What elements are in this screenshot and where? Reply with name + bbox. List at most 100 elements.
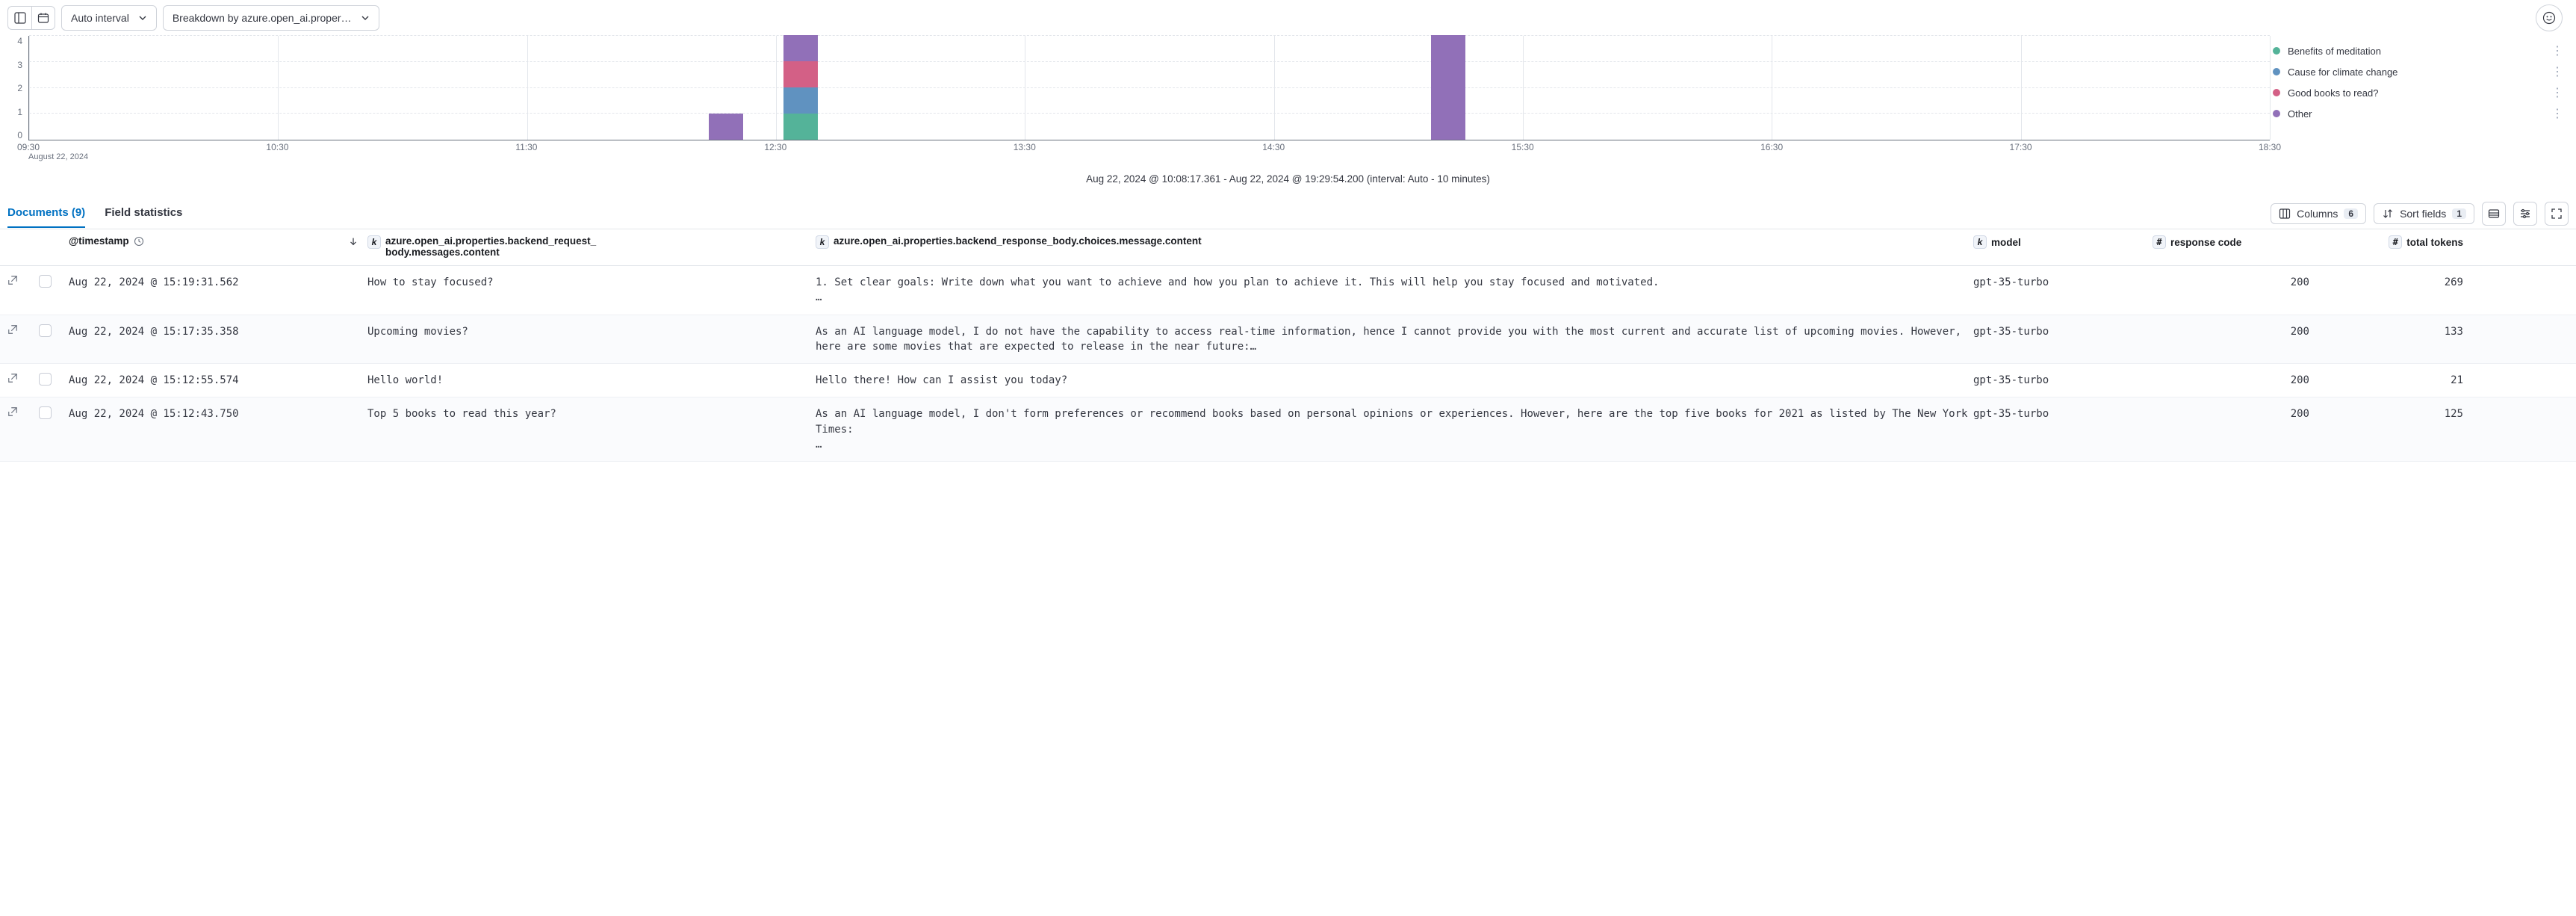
sort-icon: [2382, 208, 2394, 220]
chart-legend: Benefits of meditation⋮Cause for climate…: [2270, 36, 2569, 163]
breakdown-select-label: Breakdown by azure.open_ai.propertie…: [173, 12, 352, 24]
chart-bar[interactable]: [783, 35, 818, 140]
x-tick: 10:30: [266, 142, 288, 152]
legend-swatch: [2273, 47, 2280, 55]
x-tick: 12:30: [764, 142, 786, 152]
tab-field-statistics[interactable]: Field statistics: [105, 199, 182, 228]
col-request-label: azure.open_ai.properties.backend_request…: [385, 235, 596, 258]
x-axis-date: August 22, 2024: [28, 152, 88, 161]
col-response[interactable]: k azure.open_ai.properties.backend_respo…: [816, 235, 1973, 249]
col-timestamp[interactable]: @timestamp: [69, 235, 367, 247]
chevron-down-icon: [361, 13, 370, 22]
cell-response-code: 200: [2153, 373, 2324, 388]
cell-total-tokens: 125: [2324, 406, 2466, 421]
columns-count: 6: [2344, 208, 2358, 219]
x-tick: 13:30: [1014, 142, 1036, 152]
legend-label: Benefits of meditation: [2288, 46, 2381, 57]
x-tick: 14:30: [1262, 142, 1285, 152]
expand-row-button[interactable]: [7, 373, 18, 383]
display-options-button[interactable]: [2482, 202, 2506, 226]
field-type-keyword-icon: k: [816, 235, 829, 249]
x-tick: 11:30: [515, 142, 537, 152]
cell-request: How to stay focused?: [367, 275, 494, 290]
interval-select-label: Auto interval: [71, 12, 129, 24]
legend-item-menu[interactable]: ⋮: [2551, 106, 2563, 121]
cell-response-code: 200: [2153, 406, 2324, 421]
y-tick: 2: [7, 83, 22, 93]
chevron-down-icon: [138, 13, 147, 22]
cell-model: gpt-35-turbo: [1973, 324, 2153, 339]
cell-response: Hello there! How can I assist you today?: [816, 373, 1067, 388]
legend-swatch: [2273, 110, 2280, 117]
legend-item-menu[interactable]: ⋮: [2551, 85, 2563, 100]
row-checkbox[interactable]: [39, 324, 52, 337]
chart-area[interactable]: 43210 August 22, 2024 09:3010:3011:3012:…: [7, 36, 2270, 163]
legend-swatch: [2273, 68, 2280, 75]
cell-model: gpt-35-turbo: [1973, 406, 2153, 421]
cell-request: Upcoming movies?: [367, 324, 468, 339]
legend-item[interactable]: Good books to read? ⋮: [2270, 82, 2569, 103]
tab-documents[interactable]: Documents (9): [7, 199, 85, 228]
cell-timestamp: Aug 22, 2024 @ 15:17:35.358: [69, 324, 367, 339]
row-checkbox[interactable]: [39, 275, 52, 288]
col-response-code[interactable]: # response code: [2153, 235, 2324, 249]
expand-row-button[interactable]: [7, 406, 18, 417]
columns-button[interactable]: Columns 6: [2271, 203, 2366, 224]
legend-swatch: [2273, 89, 2280, 96]
y-tick: 3: [7, 60, 22, 70]
cell-model: gpt-35-turbo: [1973, 373, 2153, 388]
x-tick: 15:30: [1512, 142, 1534, 152]
field-type-keyword-icon: k: [1973, 235, 1987, 249]
table-header: @timestamp k azure.open_ai.properties.ba…: [0, 229, 2576, 266]
cell-timestamp: Aug 22, 2024 @ 15:12:55.574: [69, 373, 367, 388]
clock-icon: [134, 236, 144, 247]
legend-item[interactable]: Cause for climate change⋮: [2270, 61, 2569, 82]
cell-request: Hello world!: [367, 373, 443, 388]
columns-icon: [2279, 208, 2291, 220]
calendar-button[interactable]: [31, 6, 55, 30]
x-tick: 18:30: [2259, 142, 2281, 152]
col-request[interactable]: k azure.open_ai.properties.backend_reque…: [367, 235, 816, 258]
ai-chat-button[interactable]: [2536, 4, 2563, 31]
cell-response: As an AI language model, I don't form pr…: [816, 406, 1973, 452]
table-row: Aug 22, 2024 @ 15:12:43.750Top 5 books t…: [0, 397, 2576, 462]
x-tick: 17:30: [2010, 142, 2032, 152]
col-code-label: response code: [2170, 237, 2241, 248]
field-type-number-icon: #: [2153, 235, 2166, 249]
cell-timestamp: Aug 22, 2024 @ 15:12:43.750: [69, 406, 367, 421]
cell-model: gpt-35-turbo: [1973, 275, 2153, 290]
legend-item-menu[interactable]: ⋮: [2551, 64, 2563, 79]
interval-select[interactable]: Auto interval: [61, 5, 157, 31]
expand-row-button[interactable]: [7, 275, 18, 285]
arrow-down-icon: [348, 236, 359, 247]
cell-total-tokens: 21: [2324, 373, 2466, 388]
row-checkbox[interactable]: [39, 406, 52, 419]
legend-item[interactable]: Benefits of meditation ⋮: [2270, 40, 2569, 61]
breakdown-select[interactable]: Breakdown by azure.open_ai.propertie…: [163, 5, 379, 31]
filters-button[interactable]: [2513, 202, 2537, 226]
legend-label: Good books to read?: [2288, 87, 2378, 99]
columns-label: Columns: [2297, 208, 2338, 220]
legend-label: Other: [2288, 108, 2312, 120]
y-tick: 1: [7, 107, 22, 117]
legend-item[interactable]: Other ⋮: [2270, 103, 2569, 124]
x-tick: 16:30: [1760, 142, 1783, 152]
legend-item-menu[interactable]: ⋮: [2551, 43, 2563, 58]
expand-row-button[interactable]: [7, 324, 18, 335]
chart-bar[interactable]: [1431, 35, 1465, 140]
cell-total-tokens: 269: [2324, 275, 2466, 290]
col-total-tokens[interactable]: # total tokens: [2324, 235, 2466, 249]
field-type-number-icon: #: [2389, 235, 2402, 249]
fullscreen-button[interactable]: [2545, 202, 2569, 226]
field-type-keyword-icon: k: [367, 235, 381, 249]
table-row: Aug 22, 2024 @ 15:19:31.562How to stay f…: [0, 266, 2576, 315]
table-row: Aug 22, 2024 @ 15:12:55.574Hello world! H…: [0, 364, 2576, 397]
row-checkbox[interactable]: [39, 373, 52, 386]
sort-count: 1: [2452, 208, 2466, 219]
sort-fields-button[interactable]: Sort fields 1: [2374, 203, 2474, 224]
chart-bar[interactable]: [709, 114, 743, 140]
cell-total-tokens: 133: [2324, 324, 2466, 339]
col-model[interactable]: k model: [1973, 235, 2153, 249]
toggle-histogram-button[interactable]: [7, 6, 31, 30]
cell-request: Top 5 books to read this year?: [367, 406, 556, 421]
